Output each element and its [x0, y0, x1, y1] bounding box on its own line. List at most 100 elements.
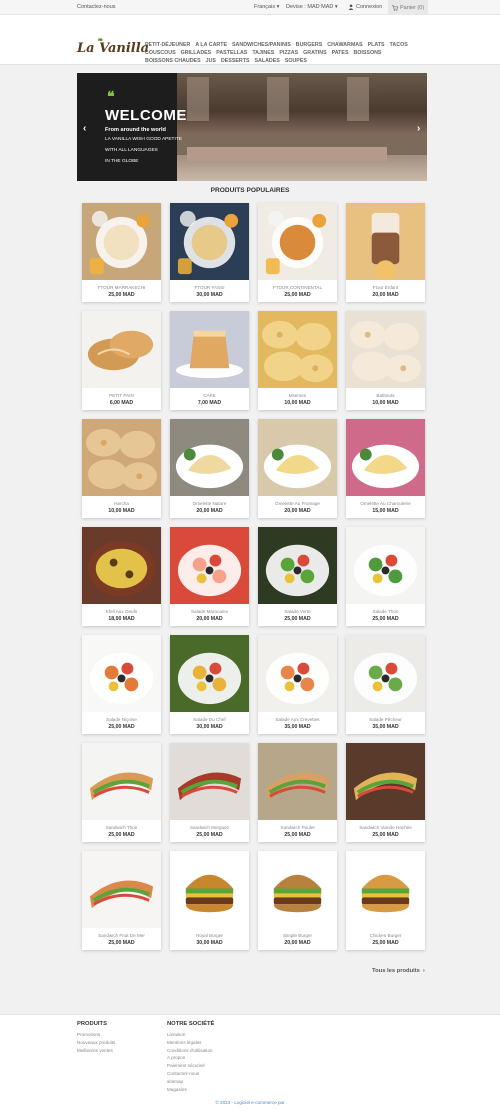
product-image[interactable]: [258, 203, 337, 280]
product-name[interactable]: Simple Burger: [258, 933, 337, 938]
product-card[interactable]: Royal Burger 30,00 MAD: [170, 851, 249, 950]
product-name[interactable]: Sandwich Poulet: [258, 825, 337, 830]
nav-item[interactable]: SALADES: [255, 58, 280, 64]
nav-item[interactable]: PIZZAS: [279, 50, 298, 56]
nav-item[interactable]: PLATS: [368, 42, 385, 48]
product-image[interactable]: [346, 851, 425, 928]
nav-item[interactable]: BOISSONS CHAUDES: [145, 58, 201, 64]
product-card[interactable]: Omelette Au Charcuterie 15,00 MAD: [346, 419, 425, 518]
product-name[interactable]: PETIT PAIN: [82, 393, 161, 398]
nav-item[interactable]: GRILLADES: [181, 50, 212, 56]
nav-item[interactable]: TAJINES: [252, 50, 274, 56]
product-card[interactable]: Salade Pêcheur 35,00 MAD: [346, 635, 425, 734]
footer-link[interactable]: Promotions: [77, 1031, 115, 1039]
currency-selector[interactable]: Devise : MAD MAD ▾: [286, 4, 338, 10]
product-image[interactable]: [170, 635, 249, 712]
product-image[interactable]: [346, 311, 425, 388]
product-image[interactable]: [258, 419, 337, 496]
product-card[interactable]: Harcha 10,00 MAD: [82, 419, 161, 518]
product-image[interactable]: [82, 743, 161, 820]
product-name[interactable]: Sandwich Thon: [82, 825, 161, 830]
product-card[interactable]: Salade Aux Crevettes 35,00 MAD: [258, 635, 337, 734]
product-image[interactable]: [346, 203, 425, 280]
product-image[interactable]: [258, 743, 337, 820]
product-card[interactable]: Salade Du Chef 30,00 MAD: [170, 635, 249, 734]
product-image[interactable]: [170, 743, 249, 820]
product-image[interactable]: [82, 203, 161, 280]
product-name[interactable]: Omelette Au Charcuterie: [346, 501, 425, 506]
all-products-link[interactable]: Tous les produits ›: [372, 968, 425, 974]
product-name[interactable]: Sandwich Viande Hachée: [346, 825, 425, 830]
product-name[interactable]: FTOUR CONTINENTAL: [258, 285, 337, 290]
product-image[interactable]: [170, 527, 249, 604]
footer-link[interactable]: Conditions d'utilisation: [167, 1047, 214, 1055]
nav-item[interactable]: SOUPES: [285, 58, 307, 64]
nav-item[interactable]: JUS: [206, 58, 216, 64]
product-name[interactable]: CAKE: [170, 393, 249, 398]
nav-item[interactable]: CHAWARMAS: [327, 42, 362, 48]
product-card[interactable]: Sandwich Thon 25,00 MAD: [82, 743, 161, 842]
product-card[interactable]: FTOUR FASSI 30,00 MAD: [170, 203, 249, 302]
product-card[interactable]: Msemen 10,00 MAD: [258, 311, 337, 410]
product-image[interactable]: [258, 851, 337, 928]
nav-item[interactable]: BOISSONS: [353, 50, 381, 56]
product-image[interactable]: [82, 851, 161, 928]
footer-link[interactable]: Mentions légales: [167, 1039, 214, 1047]
product-image[interactable]: [346, 419, 425, 496]
hero-slider[interactable]: ❝ WELCOME From around the world LA VANIL…: [77, 73, 427, 181]
product-card[interactable]: Ftour Enfant 20,00 MAD: [346, 203, 425, 302]
product-card[interactable]: Omelette Au Fromage 20,00 MAD: [258, 419, 337, 518]
product-card[interactable]: Sandwich Fruit De Mer 25,00 MAD: [82, 851, 161, 950]
footer-link[interactable]: Meilleures ventes: [77, 1047, 115, 1055]
product-image[interactable]: [82, 419, 161, 496]
product-name[interactable]: Salade Du Chef: [170, 717, 249, 722]
product-image[interactable]: [170, 203, 249, 280]
product-image[interactable]: [258, 635, 337, 712]
nav-item[interactable]: DESSERTS: [221, 58, 250, 64]
product-image[interactable]: [346, 527, 425, 604]
product-name[interactable]: Ftour Enfant: [346, 285, 425, 290]
footer-link[interactable]: A propos: [167, 1054, 214, 1062]
product-name[interactable]: Salade Aux Crevettes: [258, 717, 337, 722]
product-name[interactable]: FTOUR FASSI: [170, 285, 249, 290]
copyright[interactable]: © 2023 - Logiciel e-commerce par: [0, 1100, 500, 1105]
product-card[interactable]: Chicken Burger 25,00 MAD: [346, 851, 425, 950]
product-name[interactable]: Sandwich Merguez: [170, 825, 249, 830]
product-card[interactable]: Salade Niçoise 25,00 MAD: [82, 635, 161, 734]
nav-item[interactable]: PETIT-DÉJEUNER: [145, 42, 190, 48]
footer-link[interactable]: Contactez-nous: [167, 1070, 214, 1078]
product-name[interactable]: Sandwich Fruit De Mer: [82, 933, 161, 938]
product-card[interactable]: Simple Burger 20,00 MAD: [258, 851, 337, 950]
product-name[interactable]: Harcha: [82, 501, 161, 506]
product-image[interactable]: [82, 635, 161, 712]
product-name[interactable]: Salade Pêcheur: [346, 717, 425, 722]
product-card[interactable]: Salade Marocaine 20,00 MAD: [170, 527, 249, 626]
contact-link[interactable]: Contactez-nous: [77, 4, 116, 10]
product-name[interactable]: Salade Thon: [346, 609, 425, 614]
product-name[interactable]: Chicken Burger: [346, 933, 425, 938]
product-name[interactable]: FTOUR MARRAKECHI: [82, 285, 161, 290]
nav-item[interactable]: TACOS: [390, 42, 408, 48]
product-card[interactable]: Sandwich Merguez 25,00 MAD: [170, 743, 249, 842]
product-card[interactable]: Sandwich Viande Hachée 25,00 MAD: [346, 743, 425, 842]
product-image[interactable]: [170, 311, 249, 388]
nav-item[interactable]: BURGERS: [296, 42, 323, 48]
nav-item[interactable]: PATES: [332, 50, 349, 56]
language-selector[interactable]: Français ▾: [254, 4, 279, 10]
product-card[interactable]: Omelette Nature 20,00 MAD: [170, 419, 249, 518]
product-name[interactable]: Msemen: [258, 393, 337, 398]
nav-item[interactable]: PASTELLAS: [216, 50, 247, 56]
product-image[interactable]: [346, 743, 425, 820]
product-card[interactable]: Salade Thon 25,00 MAD: [346, 527, 425, 626]
product-card[interactable]: Kfeli Aux Oeufs 18,00 MAD: [82, 527, 161, 626]
nav-item[interactable]: A LA CARTE: [195, 42, 227, 48]
footer-link[interactable]: Nouveaux produits: [77, 1039, 115, 1047]
cart-button[interactable]: Panier (0): [388, 0, 428, 15]
product-image[interactable]: [258, 527, 337, 604]
product-card[interactable]: FTOUR CONTINENTAL 25,00 MAD: [258, 203, 337, 302]
footer-link[interactable]: Magasins: [167, 1086, 214, 1094]
product-image[interactable]: [82, 311, 161, 388]
product-image[interactable]: [170, 851, 249, 928]
nav-item[interactable]: COUSCOUS: [145, 50, 176, 56]
site-logo[interactable]: ❧ La Vanilla: [77, 35, 149, 56]
